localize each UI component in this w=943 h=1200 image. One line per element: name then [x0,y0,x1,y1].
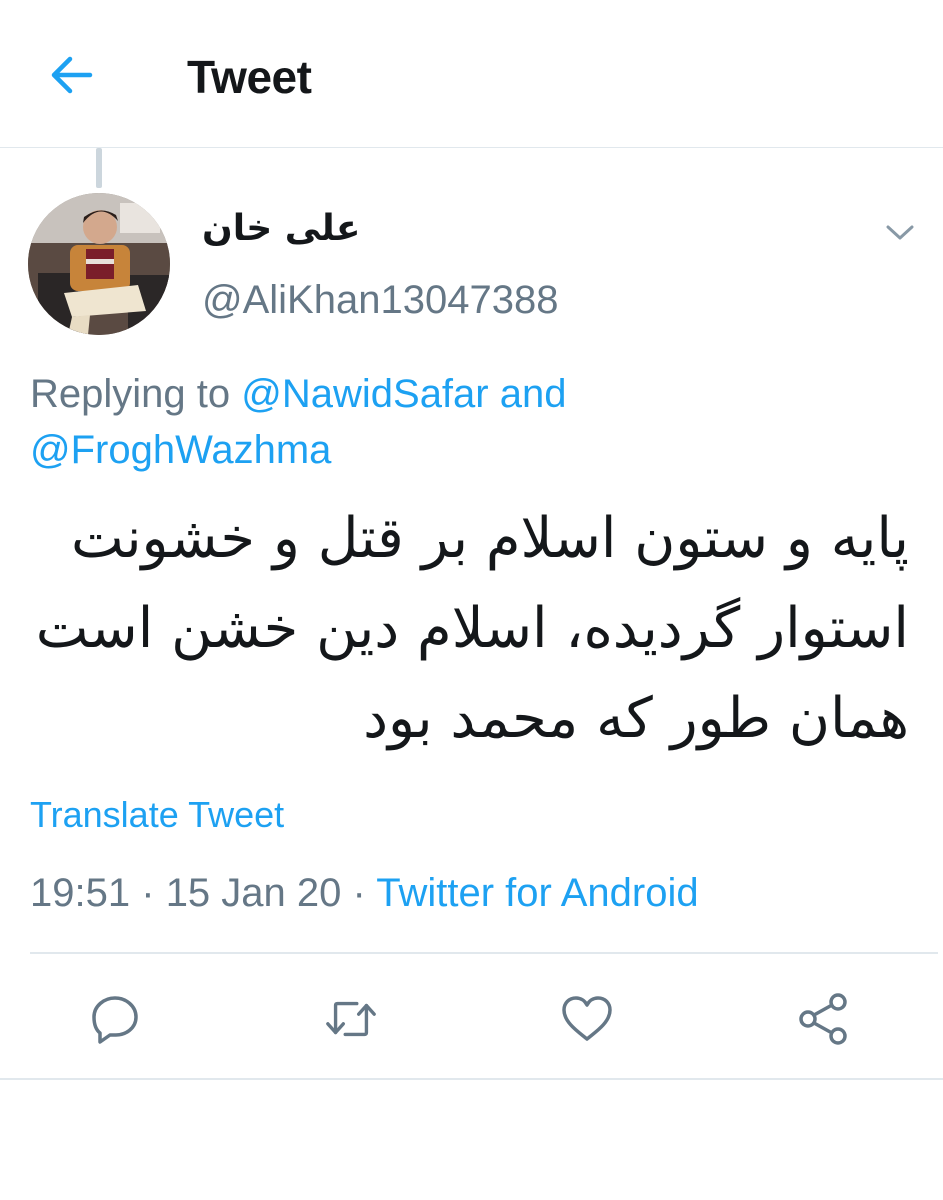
thread-connector [96,148,102,188]
share-icon [799,993,847,1045]
avatar[interactable] [28,193,170,335]
retweet-button[interactable] [324,992,378,1046]
arrow-left-icon [51,56,93,94]
author-handle[interactable]: @AliKhan13047388 [202,276,558,324]
tweet-metadata: 19:51 · 15 Jan 20 · Twitter for Android [30,866,699,920]
author-display-name[interactable]: علی خان [202,204,360,254]
retweet-icon [326,1001,376,1037]
share-button[interactable] [796,992,850,1046]
action-bar [0,952,943,1080]
avatar-photo [28,193,170,335]
reply-button[interactable] [88,992,142,1046]
tweet-date: 15 Jan 20 [165,871,342,915]
replying-conjunction: and [499,372,567,416]
chevron-down-icon [886,225,914,240]
mention-link[interactable]: @NawidSafar [241,372,488,416]
page-title: Tweet [187,51,312,103]
like-button[interactable] [560,992,614,1046]
more-options-button[interactable] [880,216,920,250]
replying-prefix: Replying to [30,372,231,416]
divider [0,1078,943,1080]
reply-icon [92,996,138,1044]
tweet-text-line: استوار گردیده، اسلام دین خشن است [35,596,909,661]
replying-to-line: Replying to @NawidSafar and @FroghWazhma [30,366,650,478]
meta-separator: · [141,871,155,915]
tweet-text-line: پایه و ستون اسلام بر قتل و خشونت [70,506,909,571]
meta-separator: · [352,871,366,915]
tweet-text: پایه و ستون اسلام بر قتل و خشونت استوار … [29,494,909,764]
back-button[interactable] [44,50,98,100]
heart-icon [562,996,612,1041]
mention-link[interactable]: @FroghWazhma [30,428,331,472]
tweet-time: 19:51 [30,871,131,915]
tweet-text-line: همان طور که محمد بود [363,686,909,751]
tweet-source-link[interactable]: Twitter for Android [376,871,698,915]
translate-tweet-link[interactable]: Translate Tweet [30,792,284,838]
top-bar: Tweet [0,0,943,148]
